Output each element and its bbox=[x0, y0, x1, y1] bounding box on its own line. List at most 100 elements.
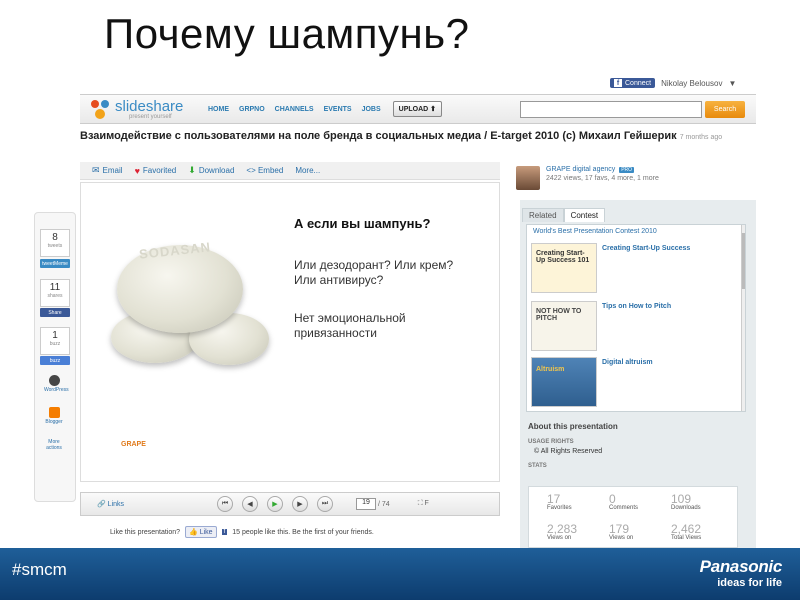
share-count-label: shares bbox=[47, 293, 63, 299]
upload-button[interactable]: UPLOAD ⬆ bbox=[392, 101, 443, 117]
more-button[interactable]: More... bbox=[295, 166, 320, 175]
action-bar: ✉ Email ♥ Favorited ⬇ Download <> Embed Mor… bbox=[80, 162, 500, 180]
list-item[interactable]: NOT HOW TO PITCH Tips on How to Pitch bbox=[531, 301, 671, 351]
brand-name: Panasonic bbox=[699, 557, 783, 576]
nav-groups[interactable]: GRPNO bbox=[239, 106, 265, 113]
hashtag: #smcm bbox=[12, 560, 67, 579]
more-label: More... bbox=[295, 166, 321, 175]
list-item[interactable]: Creating Start-Up Success 101 Creating S… bbox=[531, 243, 690, 293]
more-actions-link[interactable]: More actions bbox=[44, 439, 64, 451]
facebook-icon: f bbox=[221, 529, 228, 535]
previous-slide-icon[interactable]: ◀ bbox=[242, 496, 258, 512]
like-prompt: Like this presentation? bbox=[110, 528, 181, 536]
search-input[interactable] bbox=[520, 101, 702, 118]
facebook-connect-button[interactable]: f Connect bbox=[610, 78, 656, 88]
chevron-down-icon[interactable]: ▼ bbox=[728, 79, 736, 88]
avatar[interactable] bbox=[516, 166, 540, 190]
blogger-button[interactable]: Blogger bbox=[44, 407, 64, 425]
nav-channels[interactable]: CHANNELS bbox=[275, 106, 314, 113]
blogger-icon bbox=[48, 407, 60, 418]
embed-button[interactable]: <> Embed bbox=[246, 166, 283, 175]
email-icon: ✉ bbox=[92, 165, 100, 175]
last-slide-icon[interactable]: ⏭ bbox=[317, 496, 333, 512]
author-stats: 2422 views, 17 favs, 4 more, 1 more bbox=[546, 175, 659, 182]
thumbnail-text: Creating Start-Up Success 101 bbox=[536, 250, 590, 264]
stat-value: 2,462 bbox=[671, 522, 702, 536]
stat-value: 179 bbox=[609, 522, 630, 536]
facebook-icon: f bbox=[614, 79, 622, 87]
grape-logo: GRAPE bbox=[121, 441, 146, 448]
buzz-button[interactable]: buzz bbox=[40, 356, 70, 365]
slideshare-screenshot: f Connect Nikolay Belousov ▼ slideshare … bbox=[80, 72, 756, 548]
buzz-count-value: 1 bbox=[52, 330, 58, 341]
facebook-share-button[interactable]: Share bbox=[40, 308, 70, 317]
download-label: Download bbox=[198, 166, 235, 175]
upload-label: UPLOAD bbox=[398, 106, 429, 113]
embed-label: <> Embed bbox=[246, 166, 284, 175]
share-count: 11 shares bbox=[40, 279, 70, 307]
next-slide-icon[interactable]: ▶ bbox=[292, 496, 308, 512]
about-heading: About this presentation bbox=[528, 422, 618, 431]
slide-question: А если вы шампунь? bbox=[294, 216, 431, 231]
page-total: / 74 bbox=[378, 500, 390, 508]
slideshare-logo[interactable]: slideshare present yourself bbox=[90, 98, 200, 120]
pro-badge: PRO bbox=[619, 167, 635, 173]
soap-image-top bbox=[117, 245, 243, 333]
fullscreen-label: F bbox=[424, 500, 429, 507]
heart-icon: ♥ bbox=[134, 165, 140, 176]
nav-home[interactable]: HOME bbox=[208, 106, 229, 113]
panasonic-logo: Panasonic ideas for life bbox=[699, 557, 783, 589]
player-controls: 🔗 Links ⏮ ◀ ▶ ▶ ⏭ 19 / 74 ⛶ F bbox=[80, 492, 500, 516]
player-links-label: Links bbox=[107, 501, 125, 508]
wordpress-label: WordPress bbox=[44, 387, 69, 393]
search-button[interactable]: Search bbox=[705, 101, 745, 118]
header-bar: slideshare present yourself HOME GRPNO C… bbox=[80, 94, 756, 124]
logo-wordmark: slideshare bbox=[115, 97, 184, 115]
stat-item: 2,283 Views on bbox=[547, 523, 607, 541]
tab-related[interactable]: Related bbox=[522, 208, 564, 222]
contest-heading[interactable]: World's Best Presentation Contest 2010 bbox=[533, 228, 657, 235]
page-number-input[interactable]: 19 bbox=[356, 498, 376, 510]
author-info: GRAPE digital agency PRO 2422 views, 17 … bbox=[516, 166, 659, 190]
stats-grid: 17 Favorites 0 Comments 109 Downloads 2,283… bbox=[528, 486, 738, 548]
stat-value: 2,283 bbox=[547, 522, 578, 536]
tab-contest[interactable]: Contest bbox=[563, 208, 606, 222]
email-button[interactable]: ✉ Email bbox=[92, 165, 123, 176]
usage-rights-value[interactable]: © All Rights Reserved bbox=[534, 448, 752, 455]
stat-item: 109 Downloads bbox=[671, 493, 731, 511]
thumbnail-text: NOT HOW TO PITCH bbox=[536, 308, 582, 322]
stat-label: Total Views bbox=[671, 535, 702, 541]
nav-events[interactable]: EVENTS bbox=[324, 106, 352, 113]
like-button[interactable]: 👍 Like bbox=[185, 526, 217, 538]
list-item-title: Creating Start-Up Success bbox=[602, 245, 691, 252]
favorite-button[interactable]: ♥ Favorited bbox=[135, 166, 177, 176]
player-links[interactable]: 🔗 Links bbox=[97, 500, 217, 508]
slide-viewer[interactable]: SODASAN А если вы шампунь? Или дезодоран… bbox=[80, 182, 500, 482]
tweet-count-label: tweets bbox=[47, 243, 63, 249]
username[interactable]: Nikolay Belousov bbox=[661, 79, 722, 88]
about-section: About this presentation USAGE RIGHTS © A… bbox=[528, 422, 752, 469]
thumbnail: Altruism bbox=[531, 357, 597, 407]
stat-value: 0 bbox=[609, 492, 616, 506]
scrollbar[interactable] bbox=[741, 225, 745, 411]
download-button[interactable]: ⬇ Download bbox=[188, 165, 234, 176]
list-item[interactable]: Altruism Digital altruism bbox=[531, 357, 653, 407]
like-bar: Like this presentation? 👍 Like f 15 peop… bbox=[110, 526, 374, 538]
fullscreen-icon[interactable]: ⛶ F bbox=[418, 500, 429, 508]
slide-footer: #smcm Panasonic ideas for life bbox=[0, 548, 800, 600]
usage-rights-heading: USAGE RIGHTS bbox=[528, 439, 574, 445]
play-icon[interactable]: ▶ bbox=[267, 496, 283, 512]
like-count-text: 15 people like this. Be the first of you… bbox=[232, 528, 374, 536]
presentation-age: 7 months ago bbox=[679, 134, 723, 141]
stat-label: Comments bbox=[609, 505, 639, 511]
stat-value: 17 bbox=[547, 492, 561, 506]
tweetmeme-button[interactable]: tweetMeme bbox=[40, 259, 70, 268]
nav-jobs[interactable]: JOBS bbox=[362, 106, 381, 113]
author-name[interactable]: GRAPE digital agency PRO bbox=[546, 166, 659, 173]
scrollbar-thumb[interactable] bbox=[742, 233, 745, 289]
stats-heading: STATS bbox=[528, 463, 547, 469]
wordpress-button[interactable]: WordPress bbox=[44, 375, 69, 393]
stat-item: 17 Favorites bbox=[547, 493, 607, 511]
tweet-count-value: 8 bbox=[52, 232, 58, 243]
first-slide-icon[interactable]: ⏮ bbox=[217, 496, 233, 512]
